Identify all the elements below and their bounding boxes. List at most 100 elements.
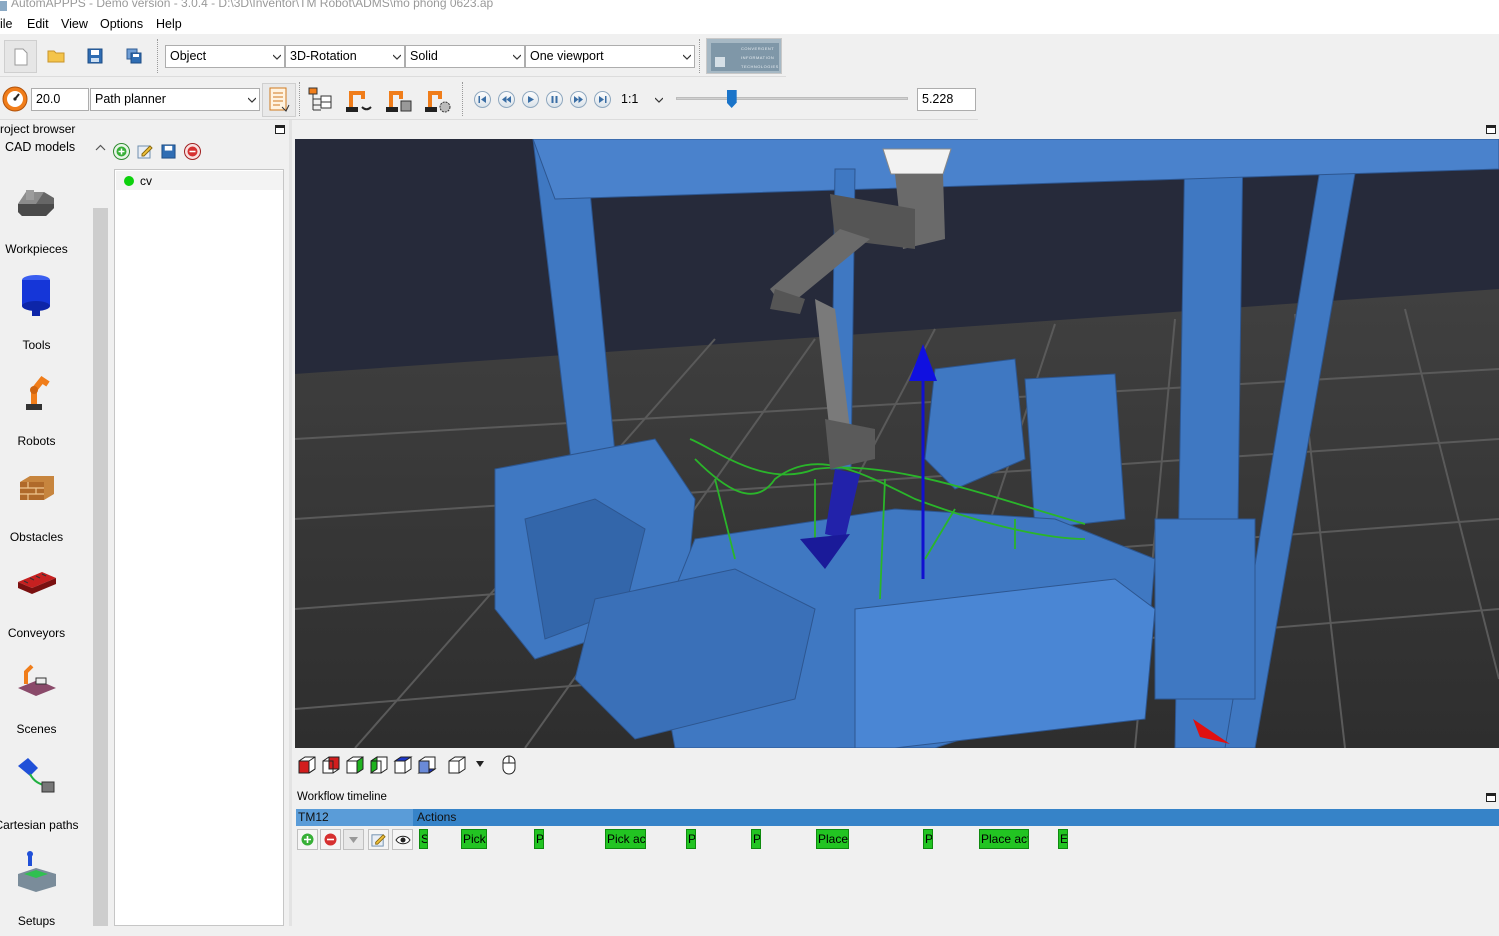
- save-button[interactable]: [80, 41, 110, 71]
- open-button[interactable]: [41, 41, 71, 71]
- category-scrollbar-thumb[interactable]: [93, 208, 108, 926]
- play-button[interactable]: [522, 91, 539, 108]
- playback-ratio-select[interactable]: 1:1: [616, 88, 667, 111]
- window-titlebar: AutomAPPPS - Demo version - 3.0.4 - D:\3…: [0, 0, 1499, 14]
- toolbar-separator: [299, 82, 302, 116]
- chevron-down-icon: [683, 54, 691, 60]
- category-label: Workpieces: [5, 242, 68, 256]
- cube-blue-top-icon: [393, 756, 413, 774]
- category-obstacles[interactable]: Obstacles: [0, 456, 73, 552]
- remove-action-button[interactable]: [320, 829, 341, 850]
- edit-model-button[interactable]: [135, 141, 155, 161]
- caret-down-icon: [349, 836, 358, 843]
- menu-file[interactable]: ile: [0, 17, 13, 31]
- view-iso-button[interactable]: [446, 754, 468, 776]
- view-bottom-button[interactable]: [416, 754, 438, 776]
- toolbar-separator: [462, 82, 465, 116]
- save-as-button[interactable]: [119, 41, 149, 71]
- robot-config-button[interactable]: [382, 83, 416, 117]
- dock-viewport-button[interactable]: [1486, 125, 1496, 134]
- menu-edit[interactable]: Edit: [27, 17, 49, 31]
- render-mode-select[interactable]: Solid: [405, 45, 525, 68]
- action-path[interactable]: P: [534, 829, 544, 849]
- rotation-select[interactable]: 3D-Rotation: [285, 45, 405, 68]
- speedometer-icon: [2, 86, 27, 111]
- action-start[interactable]: S: [419, 829, 428, 849]
- move-action-button[interactable]: [343, 829, 364, 850]
- view-back-button[interactable]: [320, 754, 342, 776]
- category-conveyors[interactable]: Conveyors: [0, 552, 73, 648]
- action-place-act[interactable]: Place act: [979, 829, 1029, 849]
- category-label: Conveyors: [7, 626, 66, 640]
- planner-select[interactable]: Path planner: [90, 88, 260, 111]
- time-input[interactable]: 5.228: [917, 88, 976, 111]
- menu-options[interactable]: Options: [100, 17, 143, 31]
- remove-model-button[interactable]: [184, 143, 201, 160]
- fast-forward-button[interactable]: [570, 91, 587, 108]
- tree-item[interactable]: cv: [116, 171, 283, 190]
- mouse-mode-button[interactable]: [498, 754, 520, 776]
- rewind-button[interactable]: [498, 91, 515, 108]
- view-left-button[interactable]: [344, 754, 366, 776]
- window-title: AutomAPPPS - Demo version - 3.0.4 - D:\3…: [11, 0, 494, 10]
- viewport-layout-select[interactable]: One viewport: [525, 45, 695, 68]
- toolbar-separator: [157, 39, 160, 73]
- speed-input[interactable]: 20.0: [31, 88, 89, 111]
- folder-icon: [47, 50, 65, 63]
- company-logo: CONVERGENT INFORMATION TECHNOLOGIES: [706, 38, 782, 74]
- category-tools[interactable]: Tools: [0, 264, 73, 360]
- category-label: Tools: [22, 338, 51, 352]
- view-right-button[interactable]: [368, 754, 390, 776]
- category-scenes[interactable]: Scenes: [0, 648, 73, 744]
- view-dropdown-icon[interactable]: [476, 761, 484, 767]
- robot-gear-icon: [425, 91, 451, 113]
- conveyor-icon: [18, 572, 56, 594]
- category-robots[interactable]: Robots: [0, 360, 73, 456]
- robot-settings-button[interactable]: [421, 83, 455, 117]
- hierarchy-button[interactable]: [303, 83, 337, 117]
- 3d-viewport[interactable]: [295, 139, 1499, 748]
- mode-select[interactable]: Object: [165, 45, 285, 68]
- action-pick-act[interactable]: Pick act: [605, 829, 646, 849]
- save-model-button[interactable]: [158, 141, 178, 161]
- view-front-button[interactable]: [296, 754, 318, 776]
- action-path[interactable]: P: [686, 829, 696, 849]
- category-workpieces[interactable]: Workpieces: [0, 168, 73, 264]
- view-top-button[interactable]: [392, 754, 414, 776]
- save-icon: [160, 143, 176, 159]
- scroll-up-icon[interactable]: [95, 143, 106, 153]
- robot-arm-icon: [346, 91, 372, 112]
- program-list-button[interactable]: [262, 83, 296, 117]
- tree-item-label: cv: [140, 174, 152, 188]
- obstacle-icon: [20, 476, 54, 500]
- menu-view[interactable]: View: [61, 17, 88, 31]
- dock-workflow-button[interactable]: [1486, 793, 1496, 802]
- action-end[interactable]: E: [1058, 829, 1068, 849]
- category-label: Robots: [17, 434, 56, 448]
- speed-button[interactable]: [0, 84, 29, 113]
- action-place[interactable]: Place: [816, 829, 849, 849]
- add-action-button[interactable]: [297, 829, 318, 850]
- category-setups[interactable]: Setups: [0, 840, 73, 936]
- category-label: Obstacles: [9, 530, 64, 544]
- status-dot-icon: [124, 176, 134, 186]
- action-path[interactable]: P: [751, 829, 761, 849]
- skip-to-end-button[interactable]: [594, 91, 611, 108]
- add-model-button[interactable]: [113, 143, 130, 160]
- edit-action-button[interactable]: [368, 829, 389, 850]
- robot-path-button[interactable]: [342, 83, 376, 117]
- pause-button[interactable]: [546, 91, 563, 108]
- toggle-visibility-button[interactable]: [392, 829, 413, 850]
- dock-panel-button[interactable]: [275, 125, 285, 134]
- cube-green-side-icon: [370, 756, 388, 774]
- action-path[interactable]: P: [923, 829, 933, 849]
- new-file-button[interactable]: [4, 40, 37, 73]
- setup-icon: [18, 851, 56, 892]
- action-pick[interactable]: Pick: [461, 829, 487, 849]
- save-all-icon: [126, 48, 142, 64]
- skip-to-start-button[interactable]: [474, 91, 491, 108]
- category-cartesian-paths[interactable]: Cartesian paths: [0, 744, 79, 840]
- menu-help[interactable]: Help: [156, 17, 182, 31]
- minus-icon: [187, 146, 198, 157]
- time-slider-track[interactable]: [676, 97, 908, 100]
